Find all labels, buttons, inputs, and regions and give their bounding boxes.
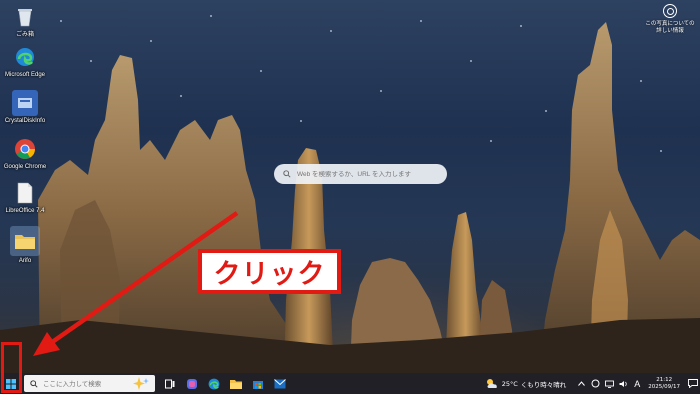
libreoffice-icon (12, 180, 38, 206)
edge-icon (12, 44, 38, 70)
copilot-button[interactable] (183, 373, 201, 394)
search-highlight-icon (133, 377, 149, 390)
edge-taskbar-button[interactable] (205, 373, 223, 394)
desktop-icon-recycle-bin[interactable]: ごみ箱 (2, 4, 48, 39)
weather-widget[interactable]: 25°C くもり時々晴れ (485, 378, 567, 389)
chrome-icon (12, 136, 38, 162)
desktop-icon-crystaldiskinfo[interactable]: CrystalDiskInfo (2, 90, 48, 125)
mail-icon (274, 378, 286, 388)
click-callout: クリック (198, 249, 341, 294)
rock-formations (0, 22, 700, 373)
folder-icon (10, 226, 40, 256)
app-tray-icon (591, 379, 600, 388)
task-view-button[interactable] (161, 373, 179, 394)
desktop-icon-label: LibreOffice 7.4 (5, 208, 45, 214)
taskbar: 25°C くもり時々晴れ A 21:12 2025/09/17 (0, 373, 700, 394)
notification-icon (688, 379, 698, 388)
desktop-icon-libreoffice[interactable]: LibreOffice 7.4 (2, 180, 48, 215)
tray-app-icon[interactable] (590, 373, 600, 394)
callout-text: クリック (213, 259, 326, 290)
desktop-background: ごみ箱 Microsoft Edge CrystalDiskInfo Googl… (0, 0, 700, 373)
clock-time: 21:12 (656, 376, 673, 383)
store-icon (253, 380, 263, 389)
recycle-bin-icon (12, 4, 38, 30)
show-hidden-icons-button[interactable] (576, 373, 586, 394)
taskbar-search-input[interactable] (43, 379, 133, 388)
search-icon (283, 170, 291, 178)
file-explorer-button[interactable] (227, 373, 245, 394)
task-view-icon (165, 379, 175, 388)
speaker-icon (619, 380, 627, 387)
weather-condition: くもり時々晴れ (520, 380, 567, 389)
desktop-icon-chrome[interactable]: Google Chrome (2, 136, 48, 171)
file-explorer-icon (230, 379, 242, 389)
chevron-up-icon (577, 381, 585, 386)
copilot-icon (187, 378, 197, 389)
desktop-icon-label: ごみ箱 (15, 32, 34, 38)
web-search-input[interactable] (297, 170, 437, 178)
desktop-icon-folder[interactable]: Arifo (2, 226, 48, 265)
notification-center-button[interactable] (686, 373, 700, 394)
desktop-icon-edge[interactable]: Microsoft Edge (2, 44, 48, 79)
network-icon (604, 380, 614, 388)
camera-info-icon (663, 4, 677, 18)
weather-temp: 25°C (501, 379, 518, 388)
start-button-highlight (1, 342, 22, 393)
clock-date: 2025/09/17 (648, 383, 680, 390)
ime-indicator[interactable]: A (632, 373, 642, 394)
desktop-icon-label: Google Chrome (3, 164, 47, 170)
system-tray: 25°C くもり時々晴れ A 21:12 2025/09/17 (485, 373, 700, 394)
web-search-box[interactable] (274, 164, 447, 184)
mail-button[interactable] (271, 373, 289, 394)
weather-partly-cloudy-icon (486, 379, 497, 388)
desktop-icon-label: Arifo (18, 258, 32, 264)
learn-about-this-picture[interactable]: この写真についての 詳しい情報 (642, 4, 698, 34)
desktop-icon-label: Microsoft Edge (4, 72, 46, 78)
taskbar-search-box[interactable] (24, 375, 155, 392)
volume-button[interactable] (618, 373, 628, 394)
search-icon (30, 379, 38, 388)
desktop-icon-label: CrystalDiskInfo (4, 118, 46, 124)
edge-icon (208, 378, 220, 389)
photo-info-label: この写真についての 詳しい情報 (645, 21, 695, 34)
clock[interactable]: 21:12 2025/09/17 (648, 377, 680, 391)
network-button[interactable] (604, 373, 614, 394)
store-button[interactable] (249, 373, 267, 394)
crystaldiskinfo-icon (12, 90, 38, 116)
